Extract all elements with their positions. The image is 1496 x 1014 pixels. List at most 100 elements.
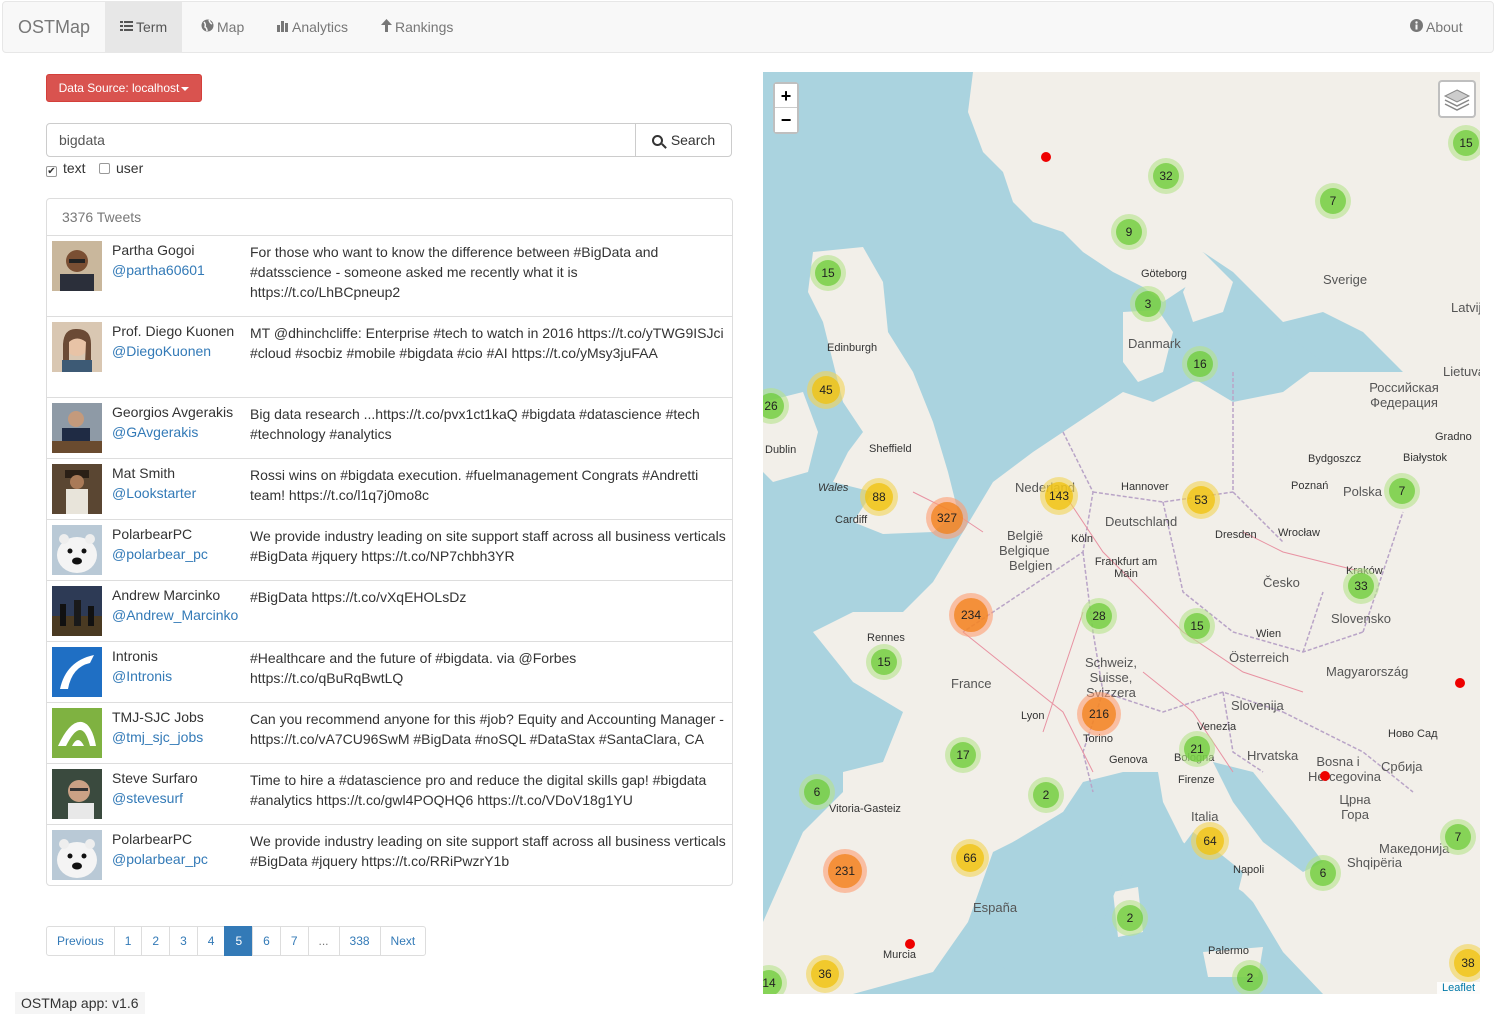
map-cluster-marker[interactable]: 9: [1111, 214, 1147, 250]
map-cluster-marker[interactable]: 234: [949, 593, 993, 637]
map-cluster-marker[interactable]: 38: [1449, 944, 1480, 982]
map-place-label: Belgique: [999, 543, 1050, 558]
map-cluster-marker[interactable]: 7: [1440, 819, 1476, 855]
nav-rankings[interactable]: Rankings: [366, 2, 468, 52]
map-cluster-marker[interactable]: 143: [1040, 477, 1078, 515]
tweet-text: For those who want to know the differenc…: [250, 244, 659, 300]
tweet-user-handle[interactable]: @Intronis: [112, 668, 172, 684]
map-cluster-marker[interactable]: 28: [1081, 598, 1117, 634]
brand[interactable]: OSTMap: [18, 17, 90, 38]
map-cluster-marker[interactable]: 88: [860, 478, 898, 516]
pagination-page[interactable]: 1: [113, 926, 143, 956]
pagination-page[interactable]: 4: [196, 926, 226, 956]
map[interactable]: Edinburgh Dublin Sheffield Cardiff Wales…: [763, 72, 1480, 994]
filter-user-label: user: [116, 160, 144, 176]
pagination-page[interactable]: 2: [141, 926, 171, 956]
tweet-user-handle[interactable]: @tmj_sjc_jobs: [112, 729, 203, 745]
filter-text-checkbox[interactable]: ✔ text: [46, 161, 86, 177]
nav-term[interactable]: Term: [105, 2, 183, 52]
map-cluster-marker[interactable]: 15: [810, 255, 846, 291]
map-cluster-marker[interactable]: 33: [1343, 568, 1379, 604]
nav-analytics[interactable]: Analytics: [262, 2, 363, 52]
map-cluster-marker[interactable]: 6: [1305, 855, 1341, 891]
map-cluster-marker[interactable]: 64: [1191, 822, 1229, 860]
avatar[interactable]: [52, 586, 102, 636]
map-tweet-marker[interactable]: [905, 939, 915, 949]
map-cluster-marker[interactable]: 216: [1077, 692, 1121, 736]
map-cluster-marker[interactable]: 7: [1384, 473, 1420, 509]
tweet-text: We provide industry leading on site supp…: [250, 528, 726, 564]
avatar[interactable]: [52, 322, 102, 372]
map-cluster-marker[interactable]: 2: [1112, 900, 1148, 936]
tweet-text: Can you recommend anyone for this #job? …: [250, 711, 724, 747]
map-cluster-marker[interactable]: 6: [799, 774, 835, 810]
map-cluster-marker[interactable]: 45: [807, 371, 845, 409]
avatar[interactable]: [52, 525, 102, 575]
pagination-page[interactable]: 338: [338, 926, 381, 956]
tweet-user-name: Intronis: [112, 648, 158, 664]
search-button[interactable]: Search: [635, 123, 732, 157]
pagination-page-active[interactable]: 5: [224, 926, 254, 956]
pagination-next[interactable]: Next: [379, 926, 427, 956]
datasource-button[interactable]: Data Source: localhost: [46, 74, 202, 102]
pagination-page[interactable]: 7: [279, 926, 309, 956]
map-cluster-marker[interactable]: 21: [1179, 731, 1215, 767]
pagination-page[interactable]: 6: [252, 926, 281, 956]
pagination-previous[interactable]: Previous: [46, 926, 115, 956]
tweet-user-handle[interactable]: @DiegoKuonen: [112, 343, 211, 359]
map-cluster-marker[interactable]: 16: [1182, 346, 1218, 382]
avatar[interactable]: [52, 708, 102, 758]
filter-user-checkbox[interactable]: user: [99, 161, 143, 175]
map-place-label: Hrvatska: [1247, 748, 1299, 763]
map-tweet-marker[interactable]: [1041, 152, 1051, 162]
map-cluster-marker[interactable]: 7: [1315, 183, 1351, 219]
map-cluster-marker[interactable]: 15: [1448, 125, 1480, 161]
map-place-label: Cardiff: [835, 514, 868, 526]
map-cluster-marker[interactable]: 2: [1232, 960, 1268, 994]
tweet-user-handle[interactable]: @polarbear_pc: [112, 851, 208, 867]
avatar[interactable]: [52, 403, 102, 453]
map-cluster-marker[interactable]: 327: [926, 497, 968, 539]
zoom-out-button[interactable]: −: [775, 108, 797, 132]
tweet-text: MT @dhinchcliffe: Enterprise #tech to wa…: [250, 325, 724, 361]
avatar[interactable]: [52, 647, 102, 697]
avatar[interactable]: [52, 464, 102, 514]
map-tweet-marker[interactable]: [1455, 678, 1465, 688]
avatar[interactable]: [52, 830, 102, 880]
map-cluster-marker[interactable]: 2: [1028, 777, 1064, 813]
map-cluster-marker[interactable]: 3: [1130, 286, 1166, 322]
search-input[interactable]: [46, 123, 636, 157]
nav-about[interactable]: About: [1395, 2, 1478, 52]
map-cluster-marker[interactable]: 66: [951, 839, 989, 877]
tweet-user-handle[interactable]: @GAvgerakis: [112, 424, 198, 440]
pagination: Previous 1 2 3 4 5 6 7 ... 338 Next: [46, 926, 427, 956]
map-cluster-marker[interactable]: 15: [866, 644, 902, 680]
pagination-page[interactable]: 3: [169, 926, 198, 956]
map-cluster-marker[interactable]: 53: [1182, 481, 1220, 519]
tweet-user-name: PolarbearPC: [112, 831, 193, 847]
zoom-in-button[interactable]: +: [775, 84, 797, 108]
nav-map-label: Map: [217, 19, 245, 35]
avatar[interactable]: [52, 769, 102, 819]
tweet-user-handle[interactable]: @Andrew_Marcinko: [112, 607, 238, 623]
map-cluster-marker[interactable]: 231: [823, 849, 867, 893]
tweet-user-handle[interactable]: @polarbear_pc: [112, 546, 208, 562]
map-attribution[interactable]: Leaflet: [1436, 982, 1480, 994]
map-cluster-marker[interactable]: 17: [945, 737, 981, 773]
tweet-row: Andrew Marcinko @Andrew_Marcinko #BigDat…: [47, 581, 732, 642]
nav-map[interactable]: Map: [186, 2, 259, 52]
map-place-label: Shqipëria: [1347, 855, 1402, 870]
map-cluster-marker[interactable]: 15: [1179, 608, 1215, 644]
tweet-user-handle[interactable]: @partha60601: [112, 262, 205, 278]
map-cluster-marker[interactable]: 36: [806, 955, 844, 993]
map-place-label: Deutschland: [1105, 514, 1178, 529]
tweet-user-handle[interactable]: @Lookstarter: [112, 485, 196, 501]
avatar[interactable]: [52, 241, 102, 291]
map-tweet-marker[interactable]: [1320, 771, 1330, 781]
map-place-label: Bydgoszcz: [1308, 453, 1362, 465]
pagination-ellipsis: ...: [307, 926, 340, 956]
layers-button[interactable]: [1438, 80, 1476, 118]
tweet-user-handle[interactable]: @stevesurf: [112, 790, 183, 806]
map-place-label: Firenze: [1178, 774, 1215, 786]
map-cluster-marker[interactable]: 32: [1148, 158, 1184, 194]
